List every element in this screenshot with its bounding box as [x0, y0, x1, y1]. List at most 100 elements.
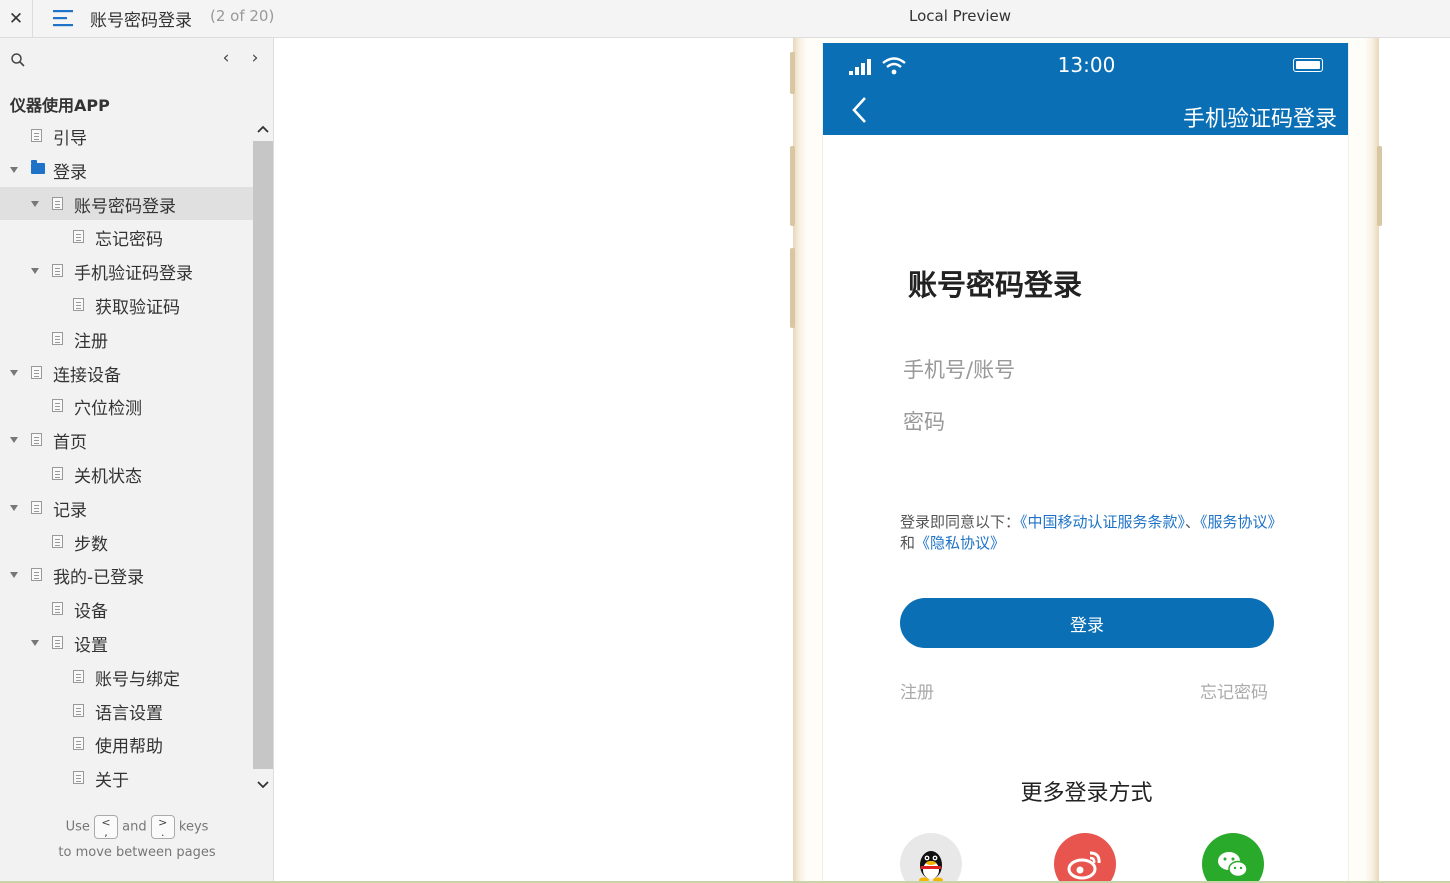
tree-item-label: 引导 — [53, 129, 87, 149]
scrollbar-thumb[interactable] — [253, 141, 273, 769]
tree-item[interactable]: 步数 — [0, 525, 253, 559]
tree-item-label: 手机验证码登录 — [74, 264, 193, 285]
hint-use: Use — [65, 819, 90, 835]
tree-item[interactable]: 注册 — [0, 322, 253, 356]
page-icon — [52, 196, 63, 210]
page-icon — [52, 602, 63, 616]
weibo-icon — [1067, 851, 1101, 880]
sitemap-menu-icon[interactable] — [52, 7, 74, 29]
next-page-button[interactable]: › — [245, 48, 265, 70]
tree-item[interactable]: 设置 — [0, 626, 253, 660]
side-button — [790, 146, 795, 226]
app-bar: 13:00 手机验证码登录 — [823, 43, 1348, 135]
tree-item[interactable]: 设备 — [0, 592, 253, 626]
page-icon — [31, 129, 42, 142]
prev-key-icon: < , — [94, 815, 118, 839]
page-icon — [73, 703, 84, 717]
next-key-icon: > . — [150, 815, 175, 839]
expand-arrow-icon[interactable] — [10, 504, 18, 511]
expand-arrow-icon[interactable] — [31, 200, 39, 207]
side-button — [1377, 146, 1382, 226]
weibo-login-button[interactable] — [1054, 833, 1116, 883]
close-button[interactable]: ✕ — [0, 0, 33, 38]
page-icon — [52, 399, 63, 413]
page-icon — [31, 568, 42, 582]
tree-item-label: 关机状态 — [74, 466, 142, 487]
folder-icon — [31, 159, 45, 174]
tree-item[interactable]: 关机状态 — [0, 457, 253, 491]
sidebar: ‹ › 仪器使用APP 引导登录账号密码登录忘记密码手机验证码登录获取验证码注册… — [0, 38, 274, 883]
forgot-password-link[interactable]: 忘记密码 — [1200, 678, 1268, 703]
login-heading: 账号密码登录 — [908, 268, 1083, 302]
account-input[interactable] — [903, 350, 1273, 390]
agreement-prefix: 登录即同意以下： — [900, 513, 1021, 531]
tree-item[interactable]: 账号与绑定 — [0, 660, 253, 694]
tree-item-label: 注册 — [74, 331, 108, 352]
expand-arrow-icon[interactable] — [10, 166, 18, 173]
hint-and: and — [122, 819, 147, 835]
tree-item[interactable]: 使用帮助 — [0, 727, 253, 761]
scroll-up-icon[interactable] — [253, 119, 273, 139]
hint-line2: to move between pages — [58, 845, 216, 860]
expand-arrow-icon[interactable] — [31, 268, 39, 275]
tree-item[interactable]: 关于 — [0, 761, 253, 795]
tree-item[interactable]: 获取验证码 — [0, 288, 253, 322]
wechat-login-button[interactable] — [1202, 833, 1264, 883]
tree-item[interactable]: 连接设备 — [0, 356, 253, 390]
expand-arrow-icon[interactable] — [10, 437, 18, 444]
expand-arrow-icon[interactable] — [31, 639, 39, 646]
agreement-and: 和 — [900, 534, 916, 552]
tree-item[interactable]: 首页 — [0, 423, 253, 457]
tree-item-label: 步数 — [74, 534, 108, 555]
page-icon — [73, 297, 84, 311]
tree-item-label: 忘记密码 — [95, 230, 163, 251]
register-link[interactable]: 注册 — [900, 678, 934, 703]
page-count: (2 of 20) — [210, 7, 275, 25]
privacy-policy-link[interactable]: 《隐私协议》 — [915, 534, 1005, 552]
page-icon — [73, 669, 84, 683]
previous-page-button[interactable]: ‹ — [216, 48, 236, 70]
page-icon — [52, 466, 63, 480]
tree-item-label: 账号密码登录 — [74, 196, 176, 217]
more-login-methods-title: 更多登录方式 — [1020, 781, 1153, 806]
wechat-icon — [1218, 852, 1248, 878]
tree-item-label: 登录 — [53, 162, 87, 183]
scroll-down-icon[interactable] — [253, 775, 273, 795]
project-title: 仪器使用APP — [10, 96, 110, 115]
side-button — [790, 52, 795, 94]
page-icon — [73, 230, 84, 244]
tree-item-label: 获取验证码 — [95, 297, 180, 318]
tree-item[interactable]: 手机验证码登录 — [0, 254, 253, 288]
tree-item[interactable]: 登录 — [0, 153, 253, 187]
phone-screen: 13:00 手机验证码登录 账号密码登录 登录即同意以下：《中国移动认证服务条款… — [822, 43, 1349, 883]
expand-arrow-icon[interactable] — [10, 572, 18, 579]
page-icon — [52, 534, 63, 548]
battery-icon — [1293, 58, 1323, 72]
agreement-text: 登录即同意以下：《中国移动认证服务条款》、《服务协议》和《隐私协议》 — [900, 512, 1284, 554]
back-arrow-icon[interactable] — [849, 95, 871, 125]
password-input[interactable] — [903, 402, 1273, 442]
search-icon[interactable] — [10, 52, 26, 68]
tree-item[interactable]: 引导 — [0, 119, 253, 153]
keyboard-hint: Use < , and > . keys to move between pag… — [0, 815, 274, 860]
tree-item-label: 我的-已登录 — [53, 568, 145, 589]
expand-arrow-icon[interactable] — [10, 369, 18, 376]
tree-item[interactable]: 账号密码登录 — [0, 186, 253, 221]
page-tree: 引导登录账号密码登录忘记密码手机验证码登录获取验证码注册连接设备穴位检测 首页关机… — [0, 119, 253, 795]
tree-item[interactable]: 记录 — [0, 491, 253, 525]
tree-item[interactable]: 忘记密码 — [0, 220, 253, 254]
hint-keys: keys — [178, 819, 209, 835]
qq-login-button[interactable] — [900, 833, 962, 883]
side-button — [790, 248, 795, 328]
tree-item[interactable]: 我的-已登录 — [0, 558, 253, 592]
phone-code-login-link[interactable]: 手机验证码登录 — [1183, 101, 1337, 133]
tree-item[interactable]: 语言设置 — [0, 694, 253, 728]
login-button[interactable]: 登录 — [900, 598, 1274, 648]
tree-item-label: 连接设备 — [53, 365, 121, 386]
tree-item-label: 账号与绑定 — [95, 669, 180, 690]
page-icon — [31, 433, 42, 447]
tree-item[interactable]: 穴位检测 — [0, 389, 253, 423]
service-agreement-link[interactable]: 《服务协议》 — [1200, 513, 1283, 531]
cmcc-terms-link[interactable]: 《中国移动认证服务条款》 — [1020, 513, 1185, 531]
page-title: 账号密码登录 — [90, 11, 192, 31]
